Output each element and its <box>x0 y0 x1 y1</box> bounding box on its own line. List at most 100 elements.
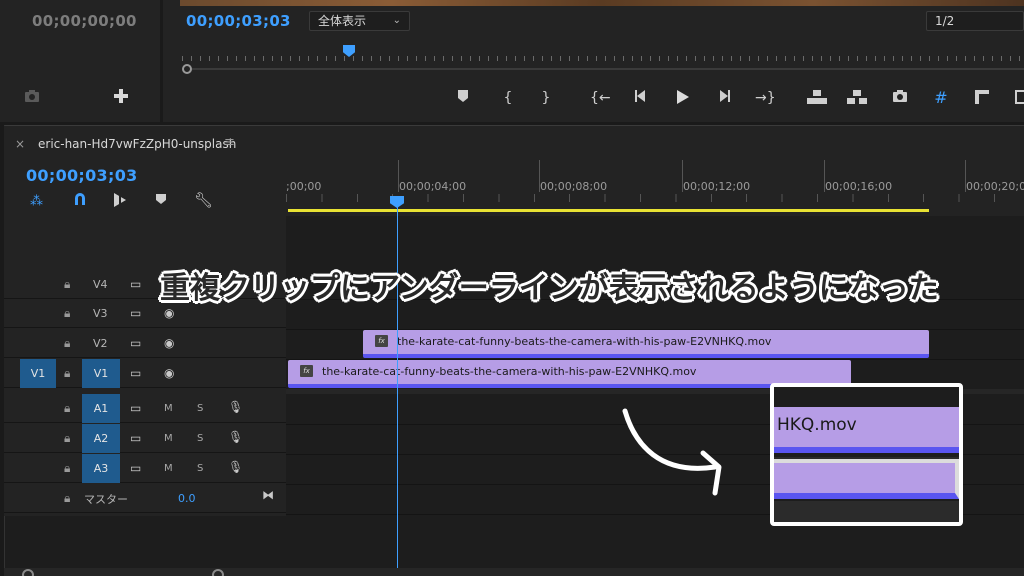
lock-icon[interactable]: 🔒︎ <box>64 277 70 292</box>
source-patch-v1[interactable]: V1 <box>20 359 56 388</box>
step-forward-icon[interactable] <box>715 89 733 107</box>
ruler-label: 00;00;08;00 <box>540 180 608 193</box>
lift-icon[interactable] <box>806 89 828 107</box>
track-label: V4 <box>93 278 108 291</box>
safe-margins-icon[interactable] <box>973 89 991 107</box>
track-v1[interactable]: V1 🔒︎ V1 ▭ ◉ <box>4 359 286 388</box>
lock-icon[interactable]: 🔒︎ <box>64 366 70 381</box>
ruler-label: 00;00;12;00 <box>683 180 751 193</box>
fit-dropdown[interactable]: 全体表示 ⌄ <box>309 11 410 31</box>
guides-icon[interactable]: # <box>932 89 950 107</box>
sequence-tab[interactable]: eric-han-Hd7vwFzZpH0-unsplash <box>38 137 236 151</box>
track-a3[interactable]: 🔒︎ A3 ▭ M S 🎙︎ <box>4 454 286 483</box>
go-to-out-icon[interactable]: →} <box>755 89 776 107</box>
mute-button[interactable]: M <box>164 403 173 414</box>
microphone-icon[interactable]: 🎙︎ <box>228 460 243 474</box>
program-timecode[interactable]: 00;00;03;03 <box>186 12 291 30</box>
playhead-line[interactable] <box>397 205 398 576</box>
zoom-handle[interactable] <box>182 64 192 74</box>
fx-badge: fx <box>300 365 313 377</box>
toggle-sync-icon[interactable]: ▭ <box>130 461 141 475</box>
clip-name: the-karate-cat-funny-beats-the-camera-wi… <box>397 335 772 348</box>
clip-name: the-karate-cat-funny-beats-the-camera-wi… <box>322 365 697 378</box>
marker-icon[interactable] <box>155 193 167 205</box>
ruler-label: 00;00;04;00 <box>399 180 467 193</box>
solo-button[interactable]: S <box>197 403 203 414</box>
zoom-clip-upper: HKQ.mov <box>774 407 959 453</box>
track-target-a2[interactable]: A2 <box>82 424 120 453</box>
timeline-scrollbar[interactable] <box>4 568 1024 576</box>
lock-icon[interactable]: 🔒︎ <box>64 431 70 446</box>
toggle-sync-icon[interactable]: ▭ <box>130 336 141 350</box>
fx-badge: fx <box>375 335 388 347</box>
timeline-timecode[interactable]: 00;00;03;03 <box>26 166 138 185</box>
lock-icon[interactable]: 🔒︎ <box>64 461 70 476</box>
track-master[interactable]: 🔒︎ マスター 0.0 ⧓ <box>4 484 286 513</box>
camera-icon[interactable] <box>24 89 40 103</box>
lock-icon[interactable]: 🔒︎ <box>64 491 70 506</box>
plus-icon[interactable] <box>113 88 129 104</box>
eye-icon[interactable]: ◉ <box>164 336 174 350</box>
ruler-label: ;00;00 <box>286 180 322 193</box>
settings-icon[interactable] <box>1012 89 1024 107</box>
fit-dropdown-value: 全体表示 <box>318 14 367 28</box>
master-volume[interactable]: 0.0 <box>178 492 196 505</box>
program-video-frame <box>180 0 1024 6</box>
track-target-a3[interactable]: A3 <box>82 454 120 483</box>
menu-icon[interactable]: ≡ <box>224 135 235 150</box>
track-target-v1[interactable]: V1 <box>82 359 120 388</box>
microphone-icon[interactable]: 🎙︎ <box>228 430 243 444</box>
track-v2[interactable]: 🔒︎ V2 ▭ ◉ <box>4 329 286 358</box>
extract-icon[interactable] <box>846 89 868 107</box>
mute-button[interactable]: M <box>164 433 173 444</box>
clip-v2[interactable]: fx the-karate-cat-funny-beats-the-camera… <box>363 330 929 358</box>
track-a2[interactable]: 🔒︎ A2 ▭ M S 🎙︎ <box>4 424 286 453</box>
go-to-end-icon[interactable]: ⧓ <box>262 488 274 502</box>
track-target-a1[interactable]: A1 <box>82 394 120 423</box>
annotation-caption: 重複クリップにアンダーラインが表示されるようになった <box>160 271 939 306</box>
toggle-sync-icon[interactable]: ▭ <box>130 431 141 445</box>
eye-icon[interactable]: ◉ <box>164 366 174 380</box>
scroll-handle-right[interactable] <box>212 569 224 576</box>
solo-button[interactable]: S <box>197 463 203 474</box>
source-timecode[interactable]: 00;00;00;00 <box>32 12 137 30</box>
track-a1[interactable]: 🔒︎ A1 ▭ M S 🎙︎ <box>4 394 286 423</box>
mark-out-icon[interactable]: } <box>537 89 555 107</box>
close-icon[interactable]: × <box>15 137 25 151</box>
mute-button[interactable]: M <box>164 463 173 474</box>
program-mini-ruler[interactable] <box>182 45 1024 61</box>
lock-icon[interactable]: 🔒︎ <box>64 306 70 321</box>
resolution-dropdown[interactable]: 1/2 <box>926 11 1024 31</box>
toggle-sync-icon[interactable]: ▭ <box>130 306 141 320</box>
clip-v1[interactable]: fx the-karate-cat-funny-beats-the-camera… <box>288 360 851 388</box>
wrench-icon[interactable]: 🔧︎ <box>194 191 213 209</box>
go-to-in-icon[interactable]: {← <box>590 89 611 107</box>
lock-icon[interactable]: 🔒︎ <box>64 336 70 351</box>
scroll-handle-left[interactable] <box>22 569 34 576</box>
lock-icon[interactable]: 🔒︎ <box>64 401 70 416</box>
mark-in-icon[interactable]: { <box>499 89 517 107</box>
zoom-clip-name: HKQ.mov <box>777 415 857 435</box>
step-back-icon[interactable] <box>632 89 650 107</box>
add-marker-icon[interactable] <box>112 192 128 208</box>
track-label: V2 <box>93 337 108 350</box>
timeline-header-left: 00;00;03;03 ⁂ 🔧︎ <box>4 160 286 270</box>
play-icon[interactable] <box>673 89 691 107</box>
ruler-ticks <box>182 56 1024 61</box>
work-area-bar[interactable] <box>288 209 929 212</box>
microphone-icon[interactable]: 🎙︎ <box>228 400 243 414</box>
marker-icon[interactable] <box>454 89 472 107</box>
zoom-scrollbar[interactable] <box>192 68 1024 70</box>
zoom-empty-lane <box>774 501 959 522</box>
solo-button[interactable]: S <box>197 433 203 444</box>
zoom-clip-lower <box>774 459 959 499</box>
toggle-sync-icon[interactable]: ▭ <box>130 366 141 380</box>
toggle-sync-icon[interactable]: ▭ <box>130 401 141 415</box>
linked-selection-icon[interactable] <box>72 191 88 207</box>
eye-icon[interactable]: ◉ <box>164 306 174 320</box>
chevron-down-icon: ⌄ <box>392 15 401 26</box>
snap-icon[interactable]: ⁂ <box>30 194 43 209</box>
export-frame-icon[interactable] <box>891 89 909 107</box>
toggle-sync-icon[interactable]: ▭ <box>130 277 141 291</box>
master-label: マスター <box>84 493 128 506</box>
